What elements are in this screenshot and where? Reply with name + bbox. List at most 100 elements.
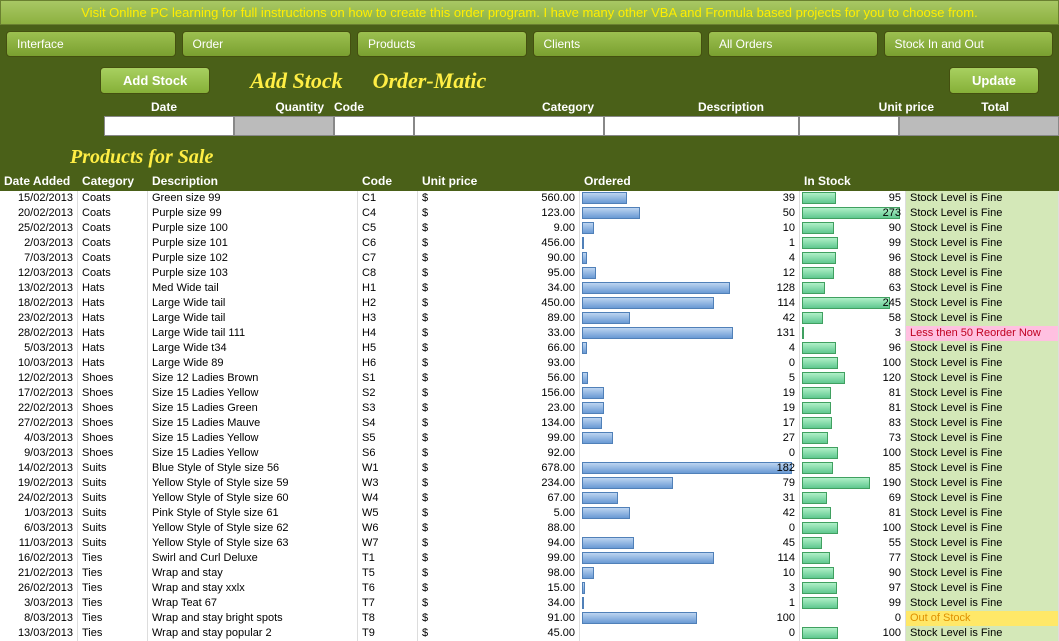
cell-stock: 81 [800, 506, 906, 521]
table-row: 3/03/2013TiesWrap Teat 67T7$34.00199Stoc… [0, 596, 1059, 611]
cell-description: Size 15 Ladies Green [148, 401, 358, 416]
table-row: 14/02/2013SuitsBlue Style of Style size … [0, 461, 1059, 476]
cell-description: Yellow Style of Style size 63 [148, 536, 358, 551]
cell-ordered: 1 [580, 596, 800, 611]
cell-ordered: 4 [580, 341, 800, 356]
cell-price: $134.00 [418, 416, 580, 431]
cell-stock: 58 [800, 311, 906, 326]
cell-ordered: 42 [580, 506, 800, 521]
cell-code: S5 [358, 431, 418, 446]
cell-description: Size 12 Ladies Brown [148, 371, 358, 386]
cell-code: W7 [358, 536, 418, 551]
cell-stock: 90 [800, 566, 906, 581]
cell-status: Stock Level is Fine [906, 431, 1059, 446]
nav-clients[interactable]: Clients [533, 31, 703, 57]
cell-stock: 273 [800, 206, 906, 221]
cell-category: Suits [78, 536, 148, 551]
cell-price: $678.00 [418, 461, 580, 476]
cell-date: 23/02/2013 [0, 311, 78, 326]
cell-date: 1/03/2013 [0, 506, 78, 521]
cell-status: Stock Level is Fine [906, 566, 1059, 581]
cell-code: S3 [358, 401, 418, 416]
cell-category: Ties [78, 551, 148, 566]
cell-price: $33.00 [418, 326, 580, 341]
cell-stock: 100 [800, 446, 906, 461]
header-category: Category [414, 100, 604, 114]
cell-category: Coats [78, 236, 148, 251]
cell-category: Suits [78, 461, 148, 476]
cell-ordered: 45 [580, 536, 800, 551]
nav-products[interactable]: Products [357, 31, 527, 57]
cell-status: Stock Level is Fine [906, 266, 1059, 281]
cell-ordered: 31 [580, 491, 800, 506]
header-unit-price: Unit price [764, 100, 934, 114]
cell-description: Large Wide tail [148, 296, 358, 311]
cell-category: Hats [78, 326, 148, 341]
cell-description: Purple size 102 [148, 251, 358, 266]
cell-ordered: 3 [580, 581, 800, 596]
date-input[interactable] [104, 116, 234, 136]
cell-status: Stock Level is Fine [906, 491, 1059, 506]
cell-price: $94.00 [418, 536, 580, 551]
nav-order[interactable]: Order [182, 31, 352, 57]
cell-date: 21/02/2013 [0, 566, 78, 581]
cell-date: 5/03/2013 [0, 341, 78, 356]
nav-interface[interactable]: Interface [6, 31, 176, 57]
cell-stock: 245 [800, 296, 906, 311]
cell-category: Coats [78, 191, 148, 206]
cell-code: C5 [358, 221, 418, 236]
cell-stock: 55 [800, 536, 906, 551]
update-button[interactable]: Update [949, 67, 1039, 94]
table-row: 18/02/2013HatsLarge Wide tailH2$450.0011… [0, 296, 1059, 311]
cell-price: $99.00 [418, 551, 580, 566]
header-date: Date [104, 100, 224, 114]
cell-category: Coats [78, 206, 148, 221]
cell-status: Stock Level is Fine [906, 521, 1059, 536]
table-row: 26/02/2013TiesWrap and stay xxlxT6$15.00… [0, 581, 1059, 596]
table-row: 20/02/2013CoatsPurple size 99C4$123.0050… [0, 206, 1059, 221]
cell-stock: 85 [800, 461, 906, 476]
cell-description: Med Wide tail [148, 281, 358, 296]
cell-ordered: 27 [580, 431, 800, 446]
cell-description: Size 15 Ladies Mauve [148, 416, 358, 431]
cell-date: 11/03/2013 [0, 536, 78, 551]
cell-code: W3 [358, 476, 418, 491]
cell-date: 17/02/2013 [0, 386, 78, 401]
cell-price: $90.00 [418, 251, 580, 266]
nav-all-orders[interactable]: All Orders [708, 31, 878, 57]
description-input[interactable] [604, 116, 799, 136]
cell-date: 4/03/2013 [0, 431, 78, 446]
title-order-matic: Order-Matic [373, 68, 487, 94]
cell-description: Yellow Style of Style size 60 [148, 491, 358, 506]
cell-status: Stock Level is Fine [906, 371, 1059, 386]
cell-description: Large Wide t34 [148, 341, 358, 356]
cell-date: 15/02/2013 [0, 191, 78, 206]
cell-ordered: 10 [580, 221, 800, 236]
cell-stock: 90 [800, 221, 906, 236]
cell-price: $560.00 [418, 191, 580, 206]
total-input[interactable] [899, 116, 1059, 136]
category-input[interactable] [414, 116, 604, 136]
cell-code: H2 [358, 296, 418, 311]
table-row: 9/03/2013ShoesSize 15 Ladies YellowS6$92… [0, 446, 1059, 461]
cell-status: Stock Level is Fine [906, 386, 1059, 401]
cell-description: Yellow Style of Style size 59 [148, 476, 358, 491]
cell-date: 3/03/2013 [0, 596, 78, 611]
cell-category: Hats [78, 356, 148, 371]
nav-stock-in-out[interactable]: Stock In and Out [884, 31, 1054, 57]
cell-code: C8 [358, 266, 418, 281]
table-row: 28/02/2013HatsLarge Wide tail 111H4$33.0… [0, 326, 1059, 341]
unit-price-input[interactable] [799, 116, 899, 136]
code-input[interactable] [334, 116, 414, 136]
cell-price: $93.00 [418, 356, 580, 371]
cell-code: W1 [358, 461, 418, 476]
cell-code: T7 [358, 596, 418, 611]
col-in-stock: In Stock [800, 173, 906, 189]
table-row: 8/03/2013TiesWrap and stay bright spotsT… [0, 611, 1059, 626]
add-stock-button[interactable]: Add Stock [100, 67, 210, 94]
cell-category: Shoes [78, 401, 148, 416]
cell-date: 6/03/2013 [0, 521, 78, 536]
table-row: 6/03/2013SuitsYellow Style of Style size… [0, 521, 1059, 536]
cell-status: Stock Level is Fine [906, 356, 1059, 371]
quantity-input[interactable] [234, 116, 334, 136]
